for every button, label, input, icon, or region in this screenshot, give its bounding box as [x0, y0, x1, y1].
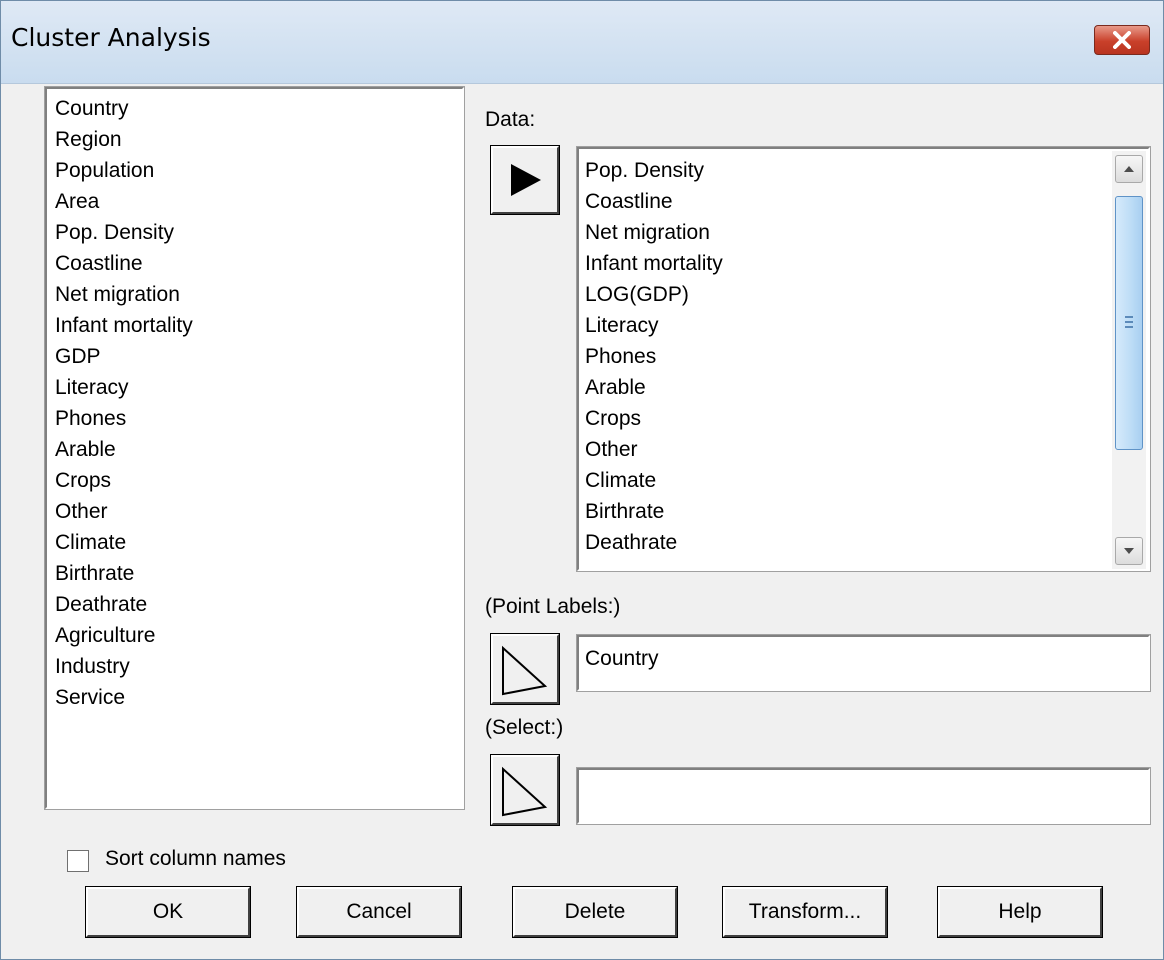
variable-list-item[interactable]: Infant mortality	[55, 310, 462, 341]
data-list-item[interactable]: Deathrate	[585, 527, 723, 558]
scroll-thumb[interactable]	[1115, 196, 1143, 450]
variable-list-item[interactable]: Crops	[55, 465, 462, 496]
data-list-item[interactable]: Coastline	[585, 186, 723, 217]
data-list-item[interactable]: Climate	[585, 465, 723, 496]
grip-icon	[1125, 316, 1133, 328]
variable-list-item[interactable]: Other	[55, 496, 462, 527]
variable-list-item[interactable]: Service	[55, 682, 462, 713]
data-add-button[interactable]	[490, 145, 560, 215]
point-labels-value: Country	[585, 647, 659, 670]
chevron-down-icon	[1124, 548, 1134, 554]
data-list-scrollbar[interactable]	[1112, 151, 1146, 569]
variable-list-item[interactable]: Literacy	[55, 372, 462, 403]
sort-column-names-label: Sort column names	[105, 847, 286, 870]
data-list-item[interactable]: LOG(GDP)	[585, 279, 723, 310]
variable-list-item[interactable]: Agriculture	[55, 620, 462, 651]
data-list-item[interactable]: Other	[585, 434, 723, 465]
variable-list-item[interactable]: Population	[55, 155, 462, 186]
variable-list-item[interactable]: Phones	[55, 403, 462, 434]
variable-list-item[interactable]: Birthrate	[55, 558, 462, 589]
variable-list-item[interactable]: Pop. Density	[55, 217, 462, 248]
help-button[interactable]: Help	[937, 886, 1103, 938]
delete-button[interactable]: Delete	[512, 886, 678, 938]
close-icon	[1113, 31, 1131, 49]
select-label: (Select:)	[485, 716, 564, 739]
point-labels-label: (Point Labels:)	[485, 595, 621, 618]
ok-button[interactable]: OK	[85, 886, 251, 938]
transform-button[interactable]: Transform...	[722, 886, 888, 938]
point-labels-add-button[interactable]	[490, 633, 560, 705]
select-field[interactable]	[576, 767, 1151, 825]
chevron-up-icon	[1124, 166, 1134, 172]
data-list-item[interactable]: Infant mortality	[585, 248, 723, 279]
cluster-analysis-dialog: Cluster Analysis Country Region Population…	[0, 0, 1164, 960]
data-list-item[interactable]: Crops	[585, 403, 723, 434]
variables-list[interactable]: Country Region Population Area Pop. Density C…	[44, 86, 465, 810]
sort-column-names-checkbox[interactable]	[67, 850, 89, 872]
variable-list-item[interactable]: Area	[55, 186, 462, 217]
data-list-item[interactable]: Arable	[585, 372, 723, 403]
point-labels-field[interactable]: Country	[576, 634, 1151, 692]
variable-list-item[interactable]: Net migration	[55, 279, 462, 310]
variable-list-item[interactable]: Coastline	[55, 248, 462, 279]
data-list-item[interactable]: Net migration	[585, 217, 723, 248]
variable-list-item[interactable]: GDP	[55, 341, 462, 372]
data-list-item[interactable]: Literacy	[585, 310, 723, 341]
data-list-item[interactable]: Birthrate	[585, 496, 723, 527]
data-label: Data:	[485, 108, 536, 131]
arrow-right-outline-icon	[502, 766, 548, 817]
cancel-button[interactable]: Cancel	[296, 886, 462, 938]
variable-list-item[interactable]: Deathrate	[55, 589, 462, 620]
data-list-item[interactable]: Pop. Density	[585, 155, 723, 186]
variable-list-item[interactable]: Climate	[55, 527, 462, 558]
select-add-button[interactable]	[490, 754, 560, 826]
window-title: Cluster Analysis	[11, 23, 211, 52]
data-list-item[interactable]: Phones	[585, 341, 723, 372]
arrow-right-icon	[511, 164, 541, 196]
variable-list-item[interactable]: Industry	[55, 651, 462, 682]
data-list[interactable]: Pop. Density Coastline Net migration Infant…	[576, 146, 1151, 572]
title-bar: Cluster Analysis	[1, 1, 1163, 84]
data-list-items: Pop. Density Coastline Net migration Infant…	[585, 155, 723, 558]
variable-list-item[interactable]: Region	[55, 124, 462, 155]
variable-list-item[interactable]: Country	[55, 93, 462, 124]
scroll-up-button[interactable]	[1115, 155, 1143, 183]
arrow-right-outline-icon	[502, 645, 548, 696]
close-button[interactable]	[1094, 25, 1150, 55]
scroll-down-button[interactable]	[1115, 537, 1143, 565]
variable-list-item[interactable]: Arable	[55, 434, 462, 465]
